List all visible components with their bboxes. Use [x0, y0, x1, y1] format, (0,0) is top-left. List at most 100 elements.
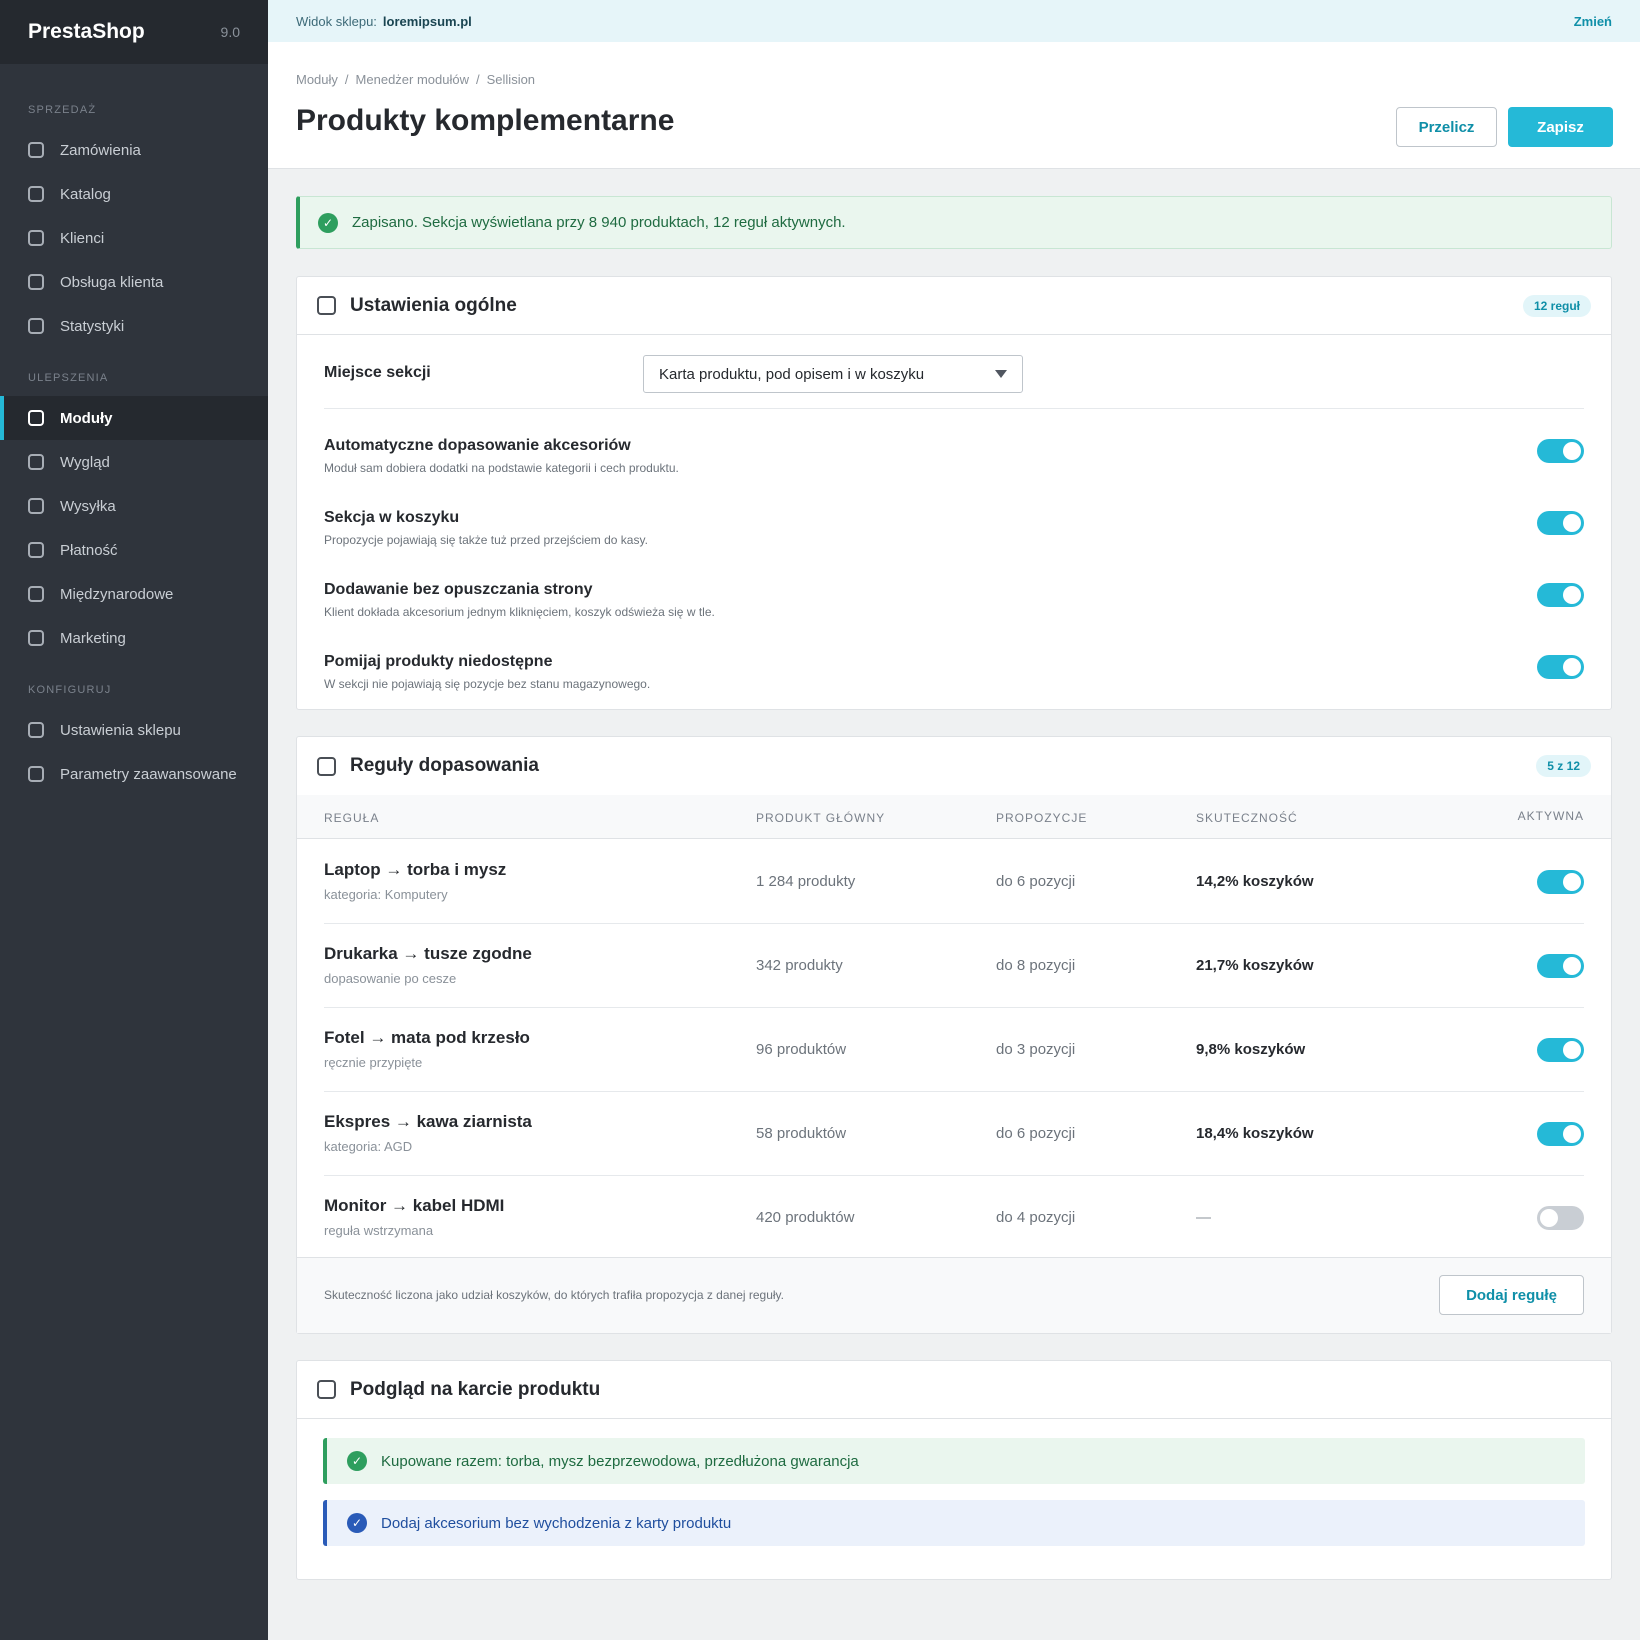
- sidebar-item-shop-settings[interactable]: Ustawienia sklepu: [0, 708, 268, 752]
- effectiveness-value: 18,4% koszyków: [1196, 1125, 1314, 1142]
- rule-name[interactable]: Laptop → torba i mysz: [324, 860, 506, 880]
- cart-section-toggle[interactable]: [1537, 511, 1584, 535]
- table-row[interactable]: Fotel → mata pod krzesło ręcznie przypię…: [297, 1008, 1611, 1092]
- bought-together-preview: ✓ Kupowane razem: torba, mysz bezprzewod…: [323, 1438, 1585, 1484]
- breadcrumb-item[interactable]: Menedżer modułów: [356, 72, 469, 87]
- column-header-effectiveness[interactable]: SKUTECZNOŚĆ: [1196, 811, 1298, 825]
- check-circle-icon: ✓: [347, 1513, 367, 1533]
- shop-domain-link[interactable]: loremipsum.pl: [383, 14, 472, 29]
- check-circle-icon: ✓: [318, 212, 338, 233]
- rule-name[interactable]: Ekspres → kawa ziarnista: [324, 1112, 532, 1132]
- sidebar-item-modules[interactable]: Moduły: [0, 396, 268, 440]
- column-header-rule[interactable]: REGUŁA: [324, 811, 379, 825]
- breadcrumb: Moduły / Menedżer modułów / Sellision: [296, 72, 536, 87]
- sidebar-item-label: Marketing: [60, 629, 126, 647]
- proposals-count: do 6 pozycji: [996, 873, 1076, 890]
- sidebar-item-shipping[interactable]: Wysyłka: [0, 484, 268, 528]
- sidebar-item-payment[interactable]: Płatność: [0, 528, 268, 572]
- sidebar-item-design[interactable]: Wygląd: [0, 440, 268, 484]
- sidebar-item-advanced[interactable]: Parametry zaawansowane: [0, 752, 268, 796]
- version-label: 9.0: [220, 24, 240, 40]
- proposals-count: do 3 pozycji: [996, 1041, 1076, 1058]
- rule-subtitle: reguła wstrzymana: [324, 1223, 434, 1238]
- add-accessory-preview: ✓ Dodaj akcesorium bez wychodzenia z kar…: [323, 1500, 1585, 1546]
- toggle-label: Dodawanie bez opuszczania strony: [324, 581, 593, 598]
- rule-active-toggle[interactable]: [1537, 1038, 1584, 1062]
- sidebar-item-label: Płatność: [60, 541, 118, 559]
- sidebar-item-label: Statystyki: [60, 317, 125, 335]
- toggle-label: Pomijaj produkty niedostępne: [324, 653, 553, 670]
- placement-value: Karta produktu, pod opisem i w koszyku: [659, 365, 925, 383]
- rule-active-toggle[interactable]: [1537, 870, 1584, 894]
- ajax-add-toggle[interactable]: [1537, 583, 1584, 607]
- column-header-proposals[interactable]: PROPOZYCJE: [996, 811, 1087, 825]
- add-rule-button[interactable]: Dodaj regułę: [1439, 1275, 1584, 1315]
- shipping-icon: [28, 498, 44, 514]
- table-row[interactable]: Monitor → kabel HDMI reguła wstrzymana 4…: [297, 1176, 1611, 1260]
- auto-match-toggle[interactable]: [1537, 439, 1584, 463]
- payment-icon: [28, 542, 44, 558]
- modules-icon: [28, 410, 44, 426]
- table-row[interactable]: Ekspres → kawa ziarnista kategoria: AGD …: [297, 1092, 1611, 1176]
- skip-unavailable-toggle[interactable]: [1537, 655, 1584, 679]
- sidebar: PrestaShop 9.0 SPRZEDAŻ Zamówienia Katal…: [0, 0, 268, 1640]
- matching-rules-card: Reguły dopasowania 5 z 12 REGUŁA PRODUKT…: [296, 736, 1612, 1334]
- toggle-row: Sekcja w koszyku Propozycje pojawiają si…: [324, 509, 1584, 547]
- main-product-count: 1 284 produkty: [756, 873, 856, 890]
- card-header: Ustawienia ogólne 12 reguł: [297, 277, 1611, 335]
- general-settings-card: Ustawienia ogólne 12 reguł Miejsce sekcj…: [296, 276, 1612, 710]
- rule-active-toggle[interactable]: [1537, 954, 1584, 978]
- table-row[interactable]: Drukarka → tusze zgodne dopasowanie po c…: [297, 924, 1611, 1008]
- breadcrumb-item: Sellision: [486, 72, 536, 87]
- placement-select[interactable]: Karta produktu, pod opisem i w koszyku: [643, 355, 1023, 393]
- sidebar-item-orders[interactable]: Zamówienia: [0, 128, 268, 172]
- sidebar-section-title: ULEPSZENIA: [28, 372, 109, 384]
- sidebar-item-label: Zamówienia: [60, 141, 141, 159]
- card-header: Podgląd na karcie produktu: [297, 1361, 1611, 1419]
- recalculate-button[interactable]: Przelicz: [1396, 107, 1497, 147]
- sidebar-item-label: Międzynarodowe: [60, 585, 174, 603]
- effectiveness-value: 21,7% koszyków: [1196, 957, 1314, 974]
- prestashop-logo[interactable]: PrestaShop: [28, 20, 145, 44]
- rule-name[interactable]: Monitor → kabel HDMI: [324, 1196, 504, 1216]
- table-row[interactable]: Laptop → torba i mysz kategoria: Kompute…: [297, 840, 1611, 924]
- sidebar-item-international[interactable]: Międzynarodowe: [0, 572, 268, 616]
- toggle-label: Automatyczne dopasowanie akcesoriów: [324, 437, 631, 454]
- sidebar-item-label: Wysyłka: [60, 497, 116, 515]
- column-header-main-product[interactable]: PRODUKT GŁÓWNY: [756, 811, 885, 825]
- stats-icon: [28, 318, 44, 334]
- save-button[interactable]: Zapisz: [1508, 107, 1613, 147]
- rule-subtitle: kategoria: Komputery: [324, 887, 448, 902]
- placement-row: Miejsce sekcji Karta produktu, pod opise…: [324, 355, 1584, 393]
- proposals-count: do 6 pozycji: [996, 1125, 1076, 1142]
- advanced-parameters-icon: [28, 766, 44, 782]
- sidebar-item-label: Klienci: [60, 229, 105, 247]
- preview-success-text: Kupowane razem: torba, mysz bezprzewodow…: [381, 1452, 859, 1470]
- rule-active-toggle[interactable]: [1537, 1122, 1584, 1146]
- sidebar-section-title: KONFIGURUJ: [28, 684, 112, 696]
- sidebar-item-catalog[interactable]: Katalog: [0, 172, 268, 216]
- sidebar-item-customer-service[interactable]: Obsługa klienta: [0, 260, 268, 304]
- international-icon: [28, 586, 44, 602]
- proposals-count: do 8 pozycji: [996, 957, 1076, 974]
- sidebar-item-customers[interactable]: Klienci: [0, 216, 268, 260]
- toggle-row: Dodawanie bez opuszczania strony Klient …: [324, 581, 1584, 619]
- effectiveness-value: —: [1196, 1209, 1211, 1226]
- marketing-icon: [28, 630, 44, 646]
- sidebar-item-label: Moduły: [60, 409, 113, 427]
- rule-active-toggle[interactable]: [1537, 1206, 1584, 1230]
- sidebar-item-marketing[interactable]: Marketing: [0, 616, 268, 660]
- rule-name[interactable]: Fotel → mata pod krzesło: [324, 1028, 530, 1048]
- rule-name[interactable]: Drukarka → tusze zgodne: [324, 944, 532, 964]
- effectiveness-value: 9,8% koszyków: [1196, 1041, 1306, 1058]
- sidebar-item-label: Katalog: [60, 185, 111, 203]
- shop-view-bar: Widok sklepu: loremipsum.pl Zmień: [268, 0, 1640, 42]
- card-title: Podgląd na karcie produktu: [350, 1378, 601, 1400]
- toggle-description: W sekcji nie pojawiają się pozycje bez s…: [324, 677, 651, 691]
- orders-icon: [28, 142, 44, 158]
- breadcrumb-item[interactable]: Moduły: [296, 72, 338, 87]
- change-shop-link[interactable]: Zmień: [1574, 14, 1612, 29]
- card-title: Reguły dopasowania: [350, 755, 539, 776]
- sidebar-item-stats[interactable]: Statystyki: [0, 304, 268, 348]
- main-product-count: 342 produkty: [756, 957, 843, 974]
